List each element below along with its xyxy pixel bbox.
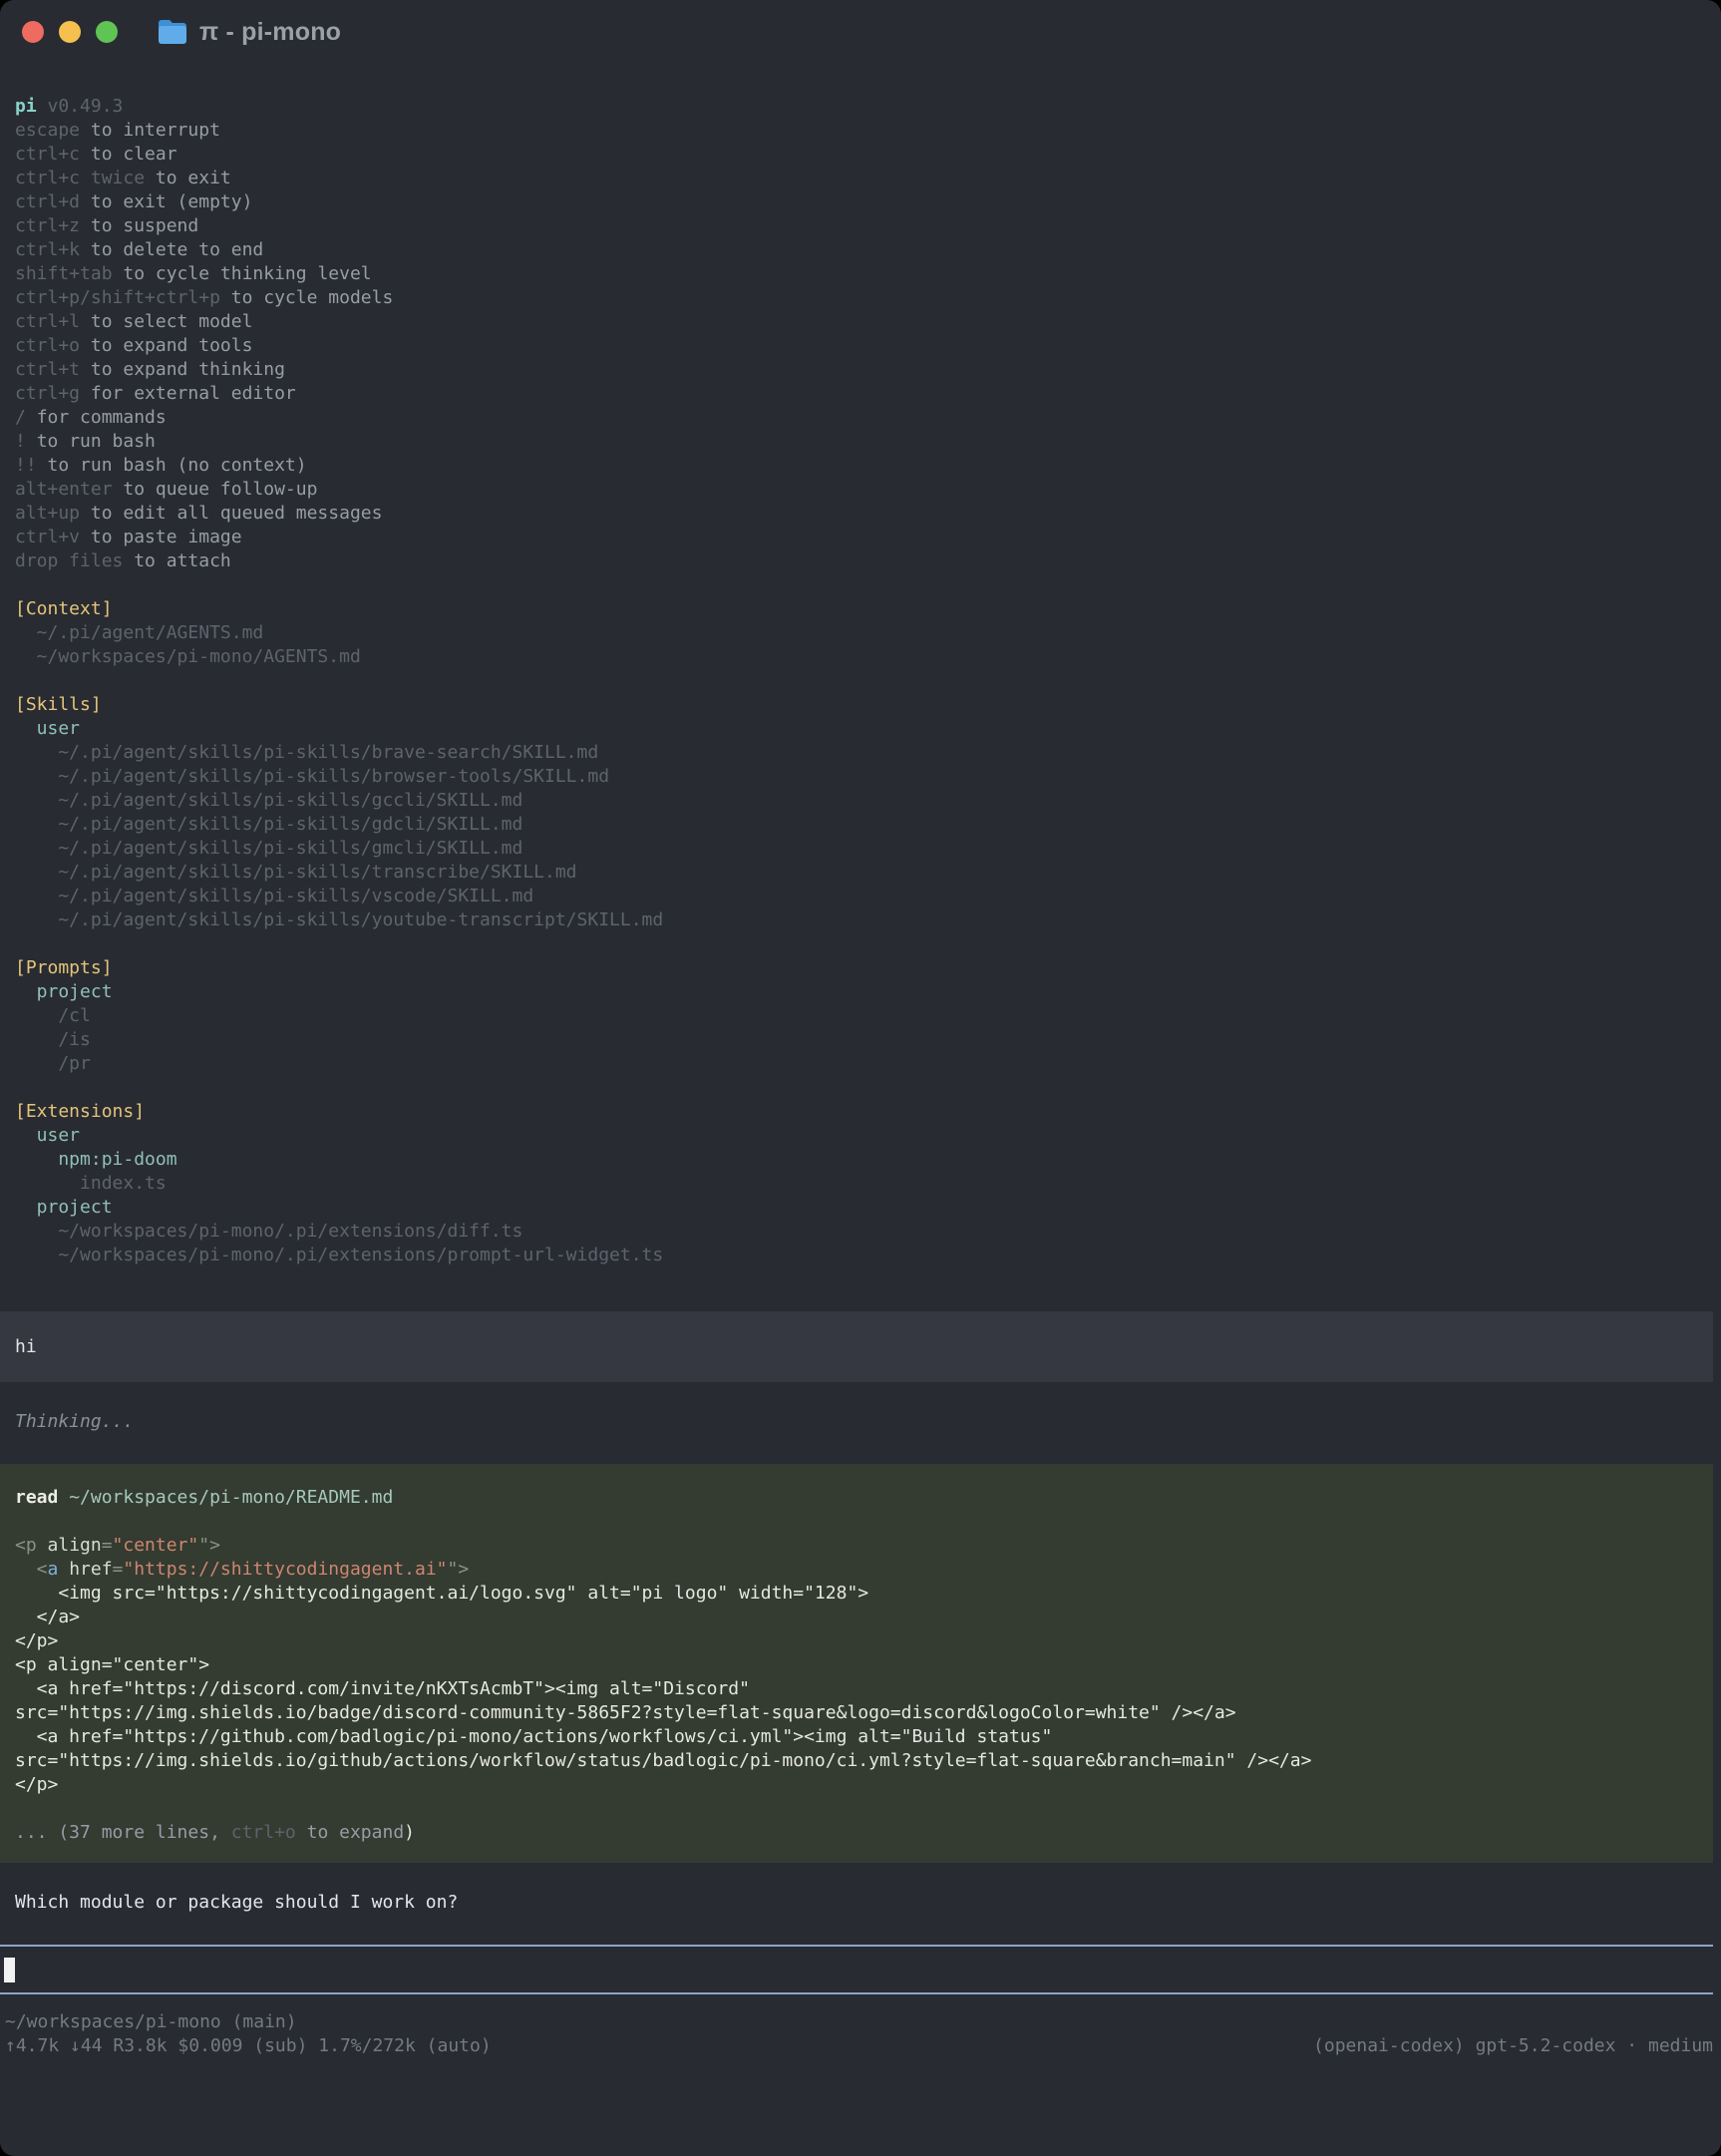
terminal-line: </p> xyxy=(0,1773,1713,1797)
terminal-line: </p> xyxy=(0,1629,1713,1653)
zoom-button[interactable] xyxy=(96,21,118,43)
terminal-line xyxy=(0,932,1721,956)
prompt-input[interactable] xyxy=(0,1945,1713,1994)
terminal-line: ctrl+l to select model xyxy=(0,310,1721,334)
terminal-line: ctrl+k to delete to end xyxy=(0,238,1721,262)
terminal-line: ctrl+t to expand thinking xyxy=(0,358,1721,382)
text-cursor xyxy=(4,1958,15,1982)
terminal-line: <a href="https://github.com/badlogic/pi-… xyxy=(0,1725,1713,1749)
terminal-line: /pr xyxy=(0,1052,1721,1076)
terminal-line: ~/.pi/agent/skills/pi-skills/browser-too… xyxy=(0,765,1721,789)
traffic-lights xyxy=(22,21,118,43)
terminal-line: npm:pi-doom xyxy=(0,1148,1721,1172)
terminal-line: user xyxy=(0,717,1721,741)
terminal-line xyxy=(0,573,1721,597)
terminal-line: ctrl+d to exit (empty) xyxy=(0,190,1721,214)
cwd-branch: ~/workspaces/pi-mono (main) xyxy=(5,2010,297,2034)
tool-read-block: read ~/workspaces/pi-mono/README.md <p a… xyxy=(0,1464,1713,1863)
terminal-line: <p align="center"> xyxy=(0,1653,1713,1677)
terminal-line: / for commands xyxy=(0,406,1721,430)
terminal-line: <a href="https://discord.com/invite/nKXT… xyxy=(0,1677,1713,1701)
terminal-line: user xyxy=(0,1124,1721,1148)
terminal-line: project xyxy=(0,980,1721,1004)
model-indicator: (openai-codex) gpt-5.2-codex · medium xyxy=(1313,2034,1713,2058)
terminal-line: /cl xyxy=(0,1004,1721,1028)
terminal-line: ~/workspaces/pi-mono/.pi/extensions/diff… xyxy=(0,1220,1721,1244)
terminal-line: ctrl+z to suspend xyxy=(0,214,1721,238)
terminal-line: ~/.pi/agent/skills/pi-skills/vscode/SKIL… xyxy=(0,885,1721,908)
terminal-window: π - pi-mono pi v0.49.3escape to interrup… xyxy=(0,0,1721,2156)
terminal-line: ~/.pi/agent/skills/pi-skills/brave-searc… xyxy=(0,741,1721,765)
titlebar[interactable]: π - pi-mono xyxy=(0,0,1721,64)
terminal-line: ~/.pi/agent/skills/pi-skills/gdcli/SKILL… xyxy=(0,813,1721,837)
terminal-line: alt+enter to queue follow-up xyxy=(0,478,1721,502)
terminal-line xyxy=(0,1510,1713,1534)
terminal-line: ctrl+g for external editor xyxy=(0,382,1721,406)
terminal-line: ~/.pi/agent/skills/pi-skills/transcribe/… xyxy=(0,861,1721,885)
terminal-line: <p align="center""> xyxy=(0,1534,1713,1558)
terminal-line: [Extensions] xyxy=(0,1100,1721,1124)
terminal-line: pi v0.49.3 xyxy=(0,95,1721,119)
terminal-line: ctrl+o to expand tools xyxy=(0,334,1721,358)
terminal-line: <img src="https://shittycodingagent.ai/l… xyxy=(0,1582,1713,1606)
terminal-line: <a href="https://shittycodingagent.ai""> xyxy=(0,1558,1713,1582)
terminal-line: src="https://img.shields.io/github/actio… xyxy=(0,1749,1713,1773)
terminal-line: shift+tab to cycle thinking level xyxy=(0,262,1721,286)
minimize-button[interactable] xyxy=(59,21,81,43)
terminal-line: read ~/workspaces/pi-mono/README.md xyxy=(0,1486,1713,1510)
terminal-line: alt+up to edit all queued messages xyxy=(0,502,1721,526)
terminal-line: ctrl+p/shift+ctrl+p to cycle models xyxy=(0,286,1721,310)
terminal-line: ~/.pi/agent/skills/pi-skills/gccli/SKILL… xyxy=(0,789,1721,813)
status-bar: ~/workspaces/pi-mono (main) ↑4.7k ↓44 R3… xyxy=(0,2010,1721,2058)
terminal-line: index.ts xyxy=(0,1172,1721,1196)
terminal-line: ~/workspaces/pi-mono/.pi/extensions/prom… xyxy=(0,1244,1721,1267)
terminal-line xyxy=(0,669,1721,693)
token-stats: ↑4.7k ↓44 R3.8k $0.009 (sub) 1.7%/272k (… xyxy=(5,2034,492,2058)
terminal-line: </a> xyxy=(0,1606,1713,1629)
terminal-line: project xyxy=(0,1196,1721,1220)
terminal-line: ~/.pi/agent/AGENTS.md xyxy=(0,621,1721,645)
terminal-line: src="https://img.shields.io/badge/discor… xyxy=(0,1701,1713,1725)
terminal-line: ctrl+c to clear xyxy=(0,143,1721,167)
terminal-line: [Skills] xyxy=(0,693,1721,717)
terminal-line: ~/.pi/agent/skills/pi-skills/gmcli/SKILL… xyxy=(0,837,1721,861)
terminal-line: ! to run bash xyxy=(0,430,1721,454)
assistant-message: Which module or package should I work on… xyxy=(0,1891,1721,1915)
terminal-line: escape to interrupt xyxy=(0,119,1721,143)
terminal-line: ~/workspaces/pi-mono/AGENTS.md xyxy=(0,645,1721,669)
terminal-line: ... (37 more lines, ctrl+o to expand) xyxy=(0,1821,1713,1845)
window-title: π - pi-mono xyxy=(199,20,341,44)
boot-output: pi v0.49.3escape to interruptctrl+c to c… xyxy=(0,95,1721,1267)
thinking-indicator: Thinking... xyxy=(0,1410,1721,1434)
folder-icon xyxy=(158,19,187,45)
terminal-line: ~/.pi/agent/skills/pi-skills/youtube-tra… xyxy=(0,908,1721,932)
terminal-content: pi v0.49.3escape to interruptctrl+c to c… xyxy=(0,95,1721,2058)
user-message: hi xyxy=(0,1311,1713,1382)
terminal-line: !! to run bash (no context) xyxy=(0,454,1721,478)
terminal-line: ctrl+c twice to exit xyxy=(0,167,1721,190)
terminal-line xyxy=(0,1076,1721,1100)
terminal-line xyxy=(0,1797,1713,1821)
terminal-line: ctrl+v to paste image xyxy=(0,526,1721,549)
close-button[interactable] xyxy=(22,21,44,43)
terminal-line: /is xyxy=(0,1028,1721,1052)
terminal-line: [Prompts] xyxy=(0,956,1721,980)
terminal-line: [Context] xyxy=(0,597,1721,621)
terminal-line: drop files to attach xyxy=(0,549,1721,573)
